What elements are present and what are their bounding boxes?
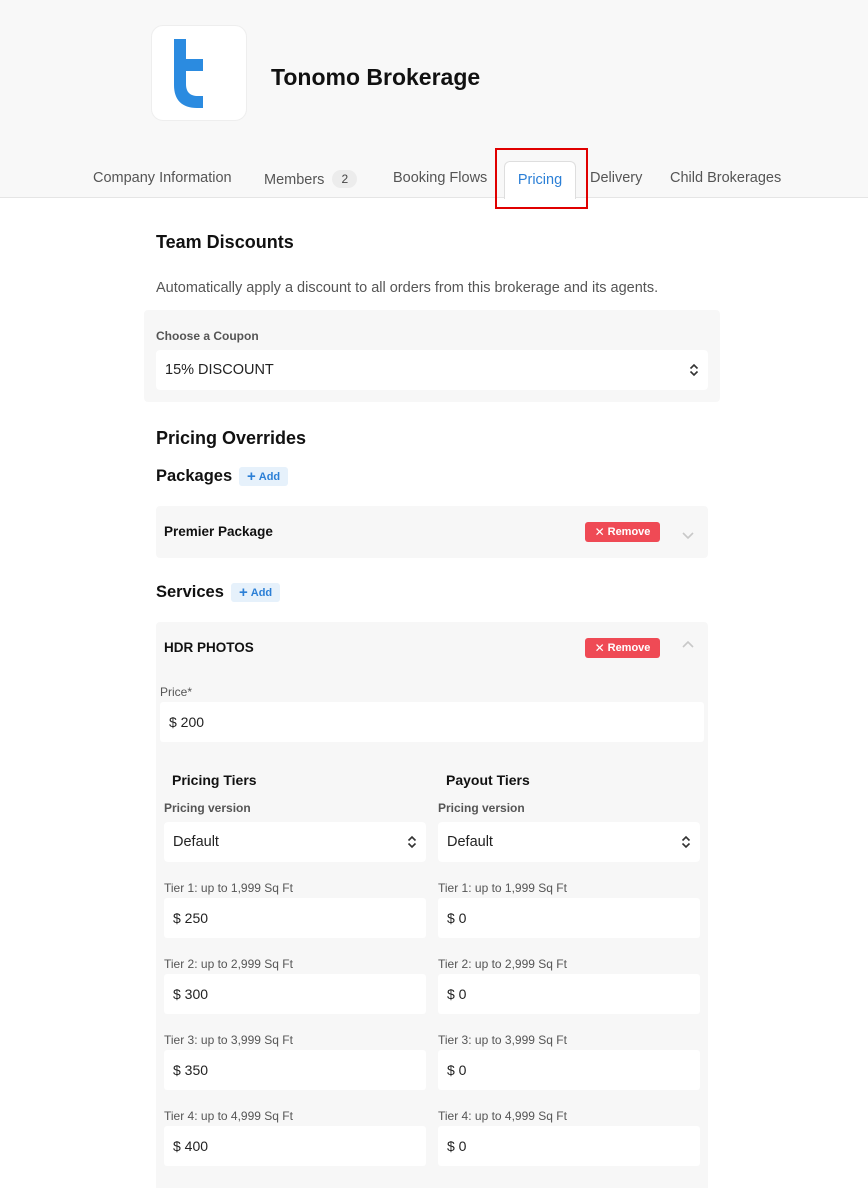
payout-tiers-heading: Payout Tiers [446, 772, 530, 788]
tier-payout-input[interactable]: $ 0 [438, 974, 700, 1014]
members-count-badge: 2 [332, 170, 358, 188]
select-arrows-icon [689, 363, 699, 377]
remove-label: Remove [607, 526, 651, 538]
add-package-button[interactable]: + Add [239, 467, 289, 486]
tier-payout-input[interactable]: $ 0 [438, 1126, 700, 1166]
chevron-down-icon[interactable] [680, 527, 696, 543]
tier-price-input[interactable]: $ 400 [164, 1126, 426, 1166]
tier-payout-input[interactable]: $ 0 [438, 898, 700, 938]
coupon-label: Choose a Coupon [156, 329, 259, 343]
tonomo-logo-icon [174, 39, 203, 108]
tab-delivery[interactable]: Delivery [590, 170, 642, 186]
tab-members[interactable]: Members 2 [264, 170, 358, 188]
tier-label: Tier 3: up to 3,999 Sq Ft [438, 1033, 567, 1047]
tier-payout-input[interactable]: $ 0 [438, 1050, 700, 1090]
package-card[interactable]: Premier Package ✕ Remove [156, 506, 708, 558]
tier-price-input[interactable]: $ 250 [164, 898, 426, 938]
tab-company-information[interactable]: Company Information [93, 170, 232, 186]
pricing-version-select[interactable]: Default [164, 822, 426, 862]
close-icon: ✕ [594, 641, 605, 655]
coupon-select[interactable]: 15% DISCOUNT [156, 350, 708, 390]
tier-label: Tier 1: up to 1,999 Sq Ft [164, 881, 293, 895]
remove-service-button[interactable]: ✕ Remove [585, 638, 660, 658]
pricing-tiers-heading: Pricing Tiers [172, 772, 257, 788]
team-discounts-title: Team Discounts [156, 232, 294, 252]
tier-label: Tier 1: up to 1,999 Sq Ft [438, 881, 567, 895]
tier-price-input[interactable]: $ 350 [164, 1050, 426, 1090]
payout-version-select[interactable]: Default [438, 822, 700, 862]
tab-child-brokerages[interactable]: Child Brokerages [670, 170, 781, 186]
company-name: Tonomo Brokerage [271, 64, 481, 90]
company-logo [151, 25, 247, 121]
package-name: Premier Package [164, 524, 273, 539]
select-arrows-icon [681, 835, 691, 849]
pricing-version-label: Pricing version [164, 801, 251, 815]
tier-label: Tier 4: up to 4,999 Sq Ft [164, 1109, 293, 1123]
select-arrows-icon [407, 835, 417, 849]
plus-icon: + [247, 468, 256, 485]
services-heading: Services [156, 583, 224, 601]
pricing-version-value: Default [173, 834, 219, 850]
tab-label: Booking Flows [393, 170, 488, 186]
team-discounts-description: Automatically apply a discount to all or… [156, 280, 659, 296]
tab-label: Members [264, 172, 325, 188]
tier-label: Tier 3: up to 3,999 Sq Ft [164, 1033, 293, 1047]
tier-label: Tier 2: up to 2,999 Sq Ft [438, 957, 567, 971]
tab-label: Company Information [93, 170, 232, 186]
payout-version-value: Default [447, 834, 493, 850]
tier-price-input[interactable]: $ 300 [164, 974, 426, 1014]
price-label: Price* [160, 685, 193, 699]
tier-label: Tier 4: up to 4,999 Sq Ft [438, 1109, 567, 1123]
coupon-selected-value: 15% DISCOUNT [165, 362, 274, 378]
close-icon: ✕ [594, 525, 605, 539]
highlight-annotation [495, 148, 588, 209]
price-input[interactable]: $ 200 [160, 702, 704, 742]
chevron-up-icon[interactable] [680, 637, 696, 653]
tab-bar: Company Information Members 2 Booking Flo… [0, 150, 868, 199]
packages-heading: Packages [156, 467, 233, 485]
remove-package-button[interactable]: ✕ Remove [585, 522, 660, 542]
add-label: Add [250, 586, 273, 599]
service-name: HDR PHOTOS [164, 640, 254, 655]
add-service-button[interactable]: + Add [231, 583, 281, 602]
plus-icon: + [239, 584, 248, 601]
tab-booking-flows[interactable]: Booking Flows [393, 170, 487, 186]
payout-version-label: Pricing version [438, 801, 525, 815]
remove-label: Remove [607, 642, 651, 654]
tab-label: Delivery [590, 170, 643, 186]
tab-label: Child Brokerages [670, 170, 782, 186]
tier-label: Tier 2: up to 2,999 Sq Ft [164, 957, 293, 971]
pricing-overrides-title: Pricing Overrides [156, 428, 307, 448]
add-label: Add [258, 470, 281, 483]
